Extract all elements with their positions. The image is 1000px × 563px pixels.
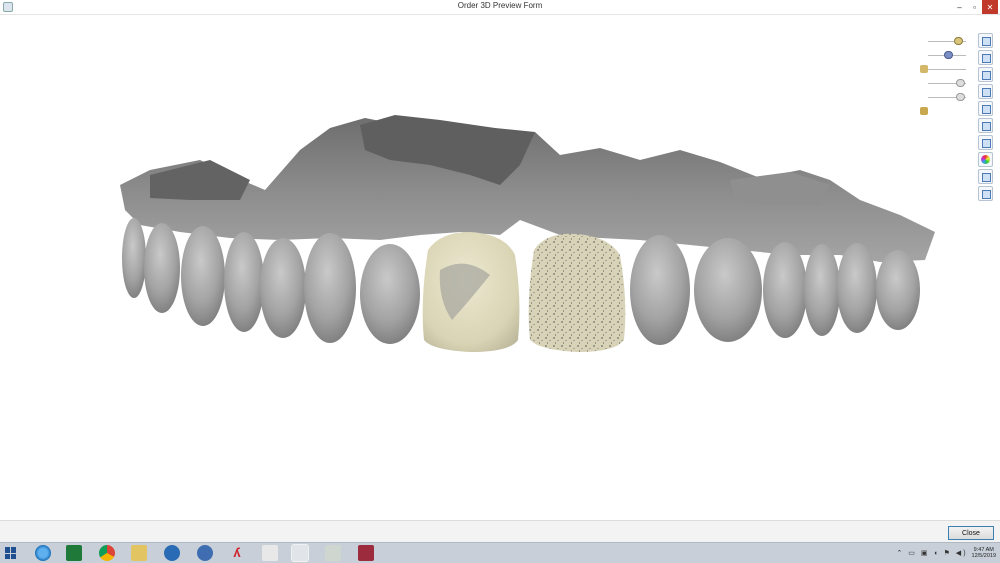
light-slider[interactable] [918, 77, 970, 91]
tooth [876, 250, 920, 330]
minimize-button[interactable]: – [952, 0, 967, 14]
internet-explorer-icon[interactable] [35, 545, 51, 561]
file-explorer-icon[interactable] [131, 545, 147, 561]
close-button[interactable]: Close [948, 526, 994, 540]
tooth [181, 226, 225, 326]
right-toolbar [978, 33, 996, 201]
tooth [763, 242, 807, 338]
color-wheel-icon[interactable] [978, 152, 993, 167]
crown-right-central [528, 233, 626, 352]
chrome-icon[interactable] [99, 545, 115, 561]
jaw-slider[interactable] [918, 63, 970, 77]
copy-icon[interactable] [978, 67, 993, 82]
tooth [804, 244, 840, 336]
frame-icon[interactable] [978, 118, 993, 133]
gum-shadow-left [150, 160, 250, 200]
tooth [304, 233, 356, 343]
tools-icon[interactable] [325, 545, 341, 561]
contrast-slider[interactable] [918, 91, 970, 105]
scan-app-icon[interactable] [292, 545, 308, 561]
tooth [837, 243, 877, 333]
cube-app-icon[interactable] [358, 545, 374, 561]
tooth [694, 238, 762, 342]
excel-icon[interactable] [66, 545, 82, 561]
tooth [260, 238, 306, 338]
view-icon[interactable] [978, 33, 993, 48]
dental-app-icon[interactable] [262, 545, 278, 561]
title-bar: Order 3D Preview Form – ▫ ✕ [0, 0, 1000, 15]
opacity-slider[interactable] [918, 35, 970, 49]
taskbar: ʎ ⌃ ▭ ▣ ◖ ⚑ ◀) 9:47 AM 12/5/2019 [0, 542, 1000, 563]
action-bar: Close [0, 520, 1000, 543]
teamviewer-icon[interactable] [164, 545, 180, 561]
tooth [360, 244, 420, 344]
maximize-button[interactable]: ▫ [967, 0, 982, 14]
view-sliders [918, 35, 970, 119]
system-tray: ⌃ ▭ ▣ ◖ ⚑ ◀) 9:47 AM 12/5/2019 [896, 545, 996, 561]
window-title: Order 3D Preview Form [457, 1, 543, 10]
close-window-button[interactable]: ✕ [982, 0, 998, 14]
tooth [224, 232, 264, 332]
model-icon[interactable] [978, 135, 993, 150]
layers-icon[interactable] [978, 50, 993, 65]
clock[interactable]: 9:47 AM 12/5/2019 [972, 547, 996, 559]
start-button[interactable] [5, 547, 17, 559]
tooth [122, 218, 146, 298]
tray-icons[interactable]: ⌃ ▭ ▣ ◖ ⚑ ◀) [896, 549, 967, 557]
acrobat-icon[interactable]: ʎ [229, 545, 245, 561]
model-toggle[interactable] [918, 105, 970, 119]
stack-icon[interactable] [978, 84, 993, 99]
3d-viewport[interactable] [0, 15, 1000, 520]
page-icon[interactable] [978, 101, 993, 116]
tooth [144, 223, 180, 313]
dental-arch-model [120, 115, 935, 352]
tooth [630, 235, 690, 345]
measure-icon[interactable] [978, 169, 993, 184]
app-s-icon[interactable] [197, 545, 213, 561]
zoom-slider[interactable] [918, 49, 970, 63]
text-icon[interactable] [978, 186, 993, 201]
